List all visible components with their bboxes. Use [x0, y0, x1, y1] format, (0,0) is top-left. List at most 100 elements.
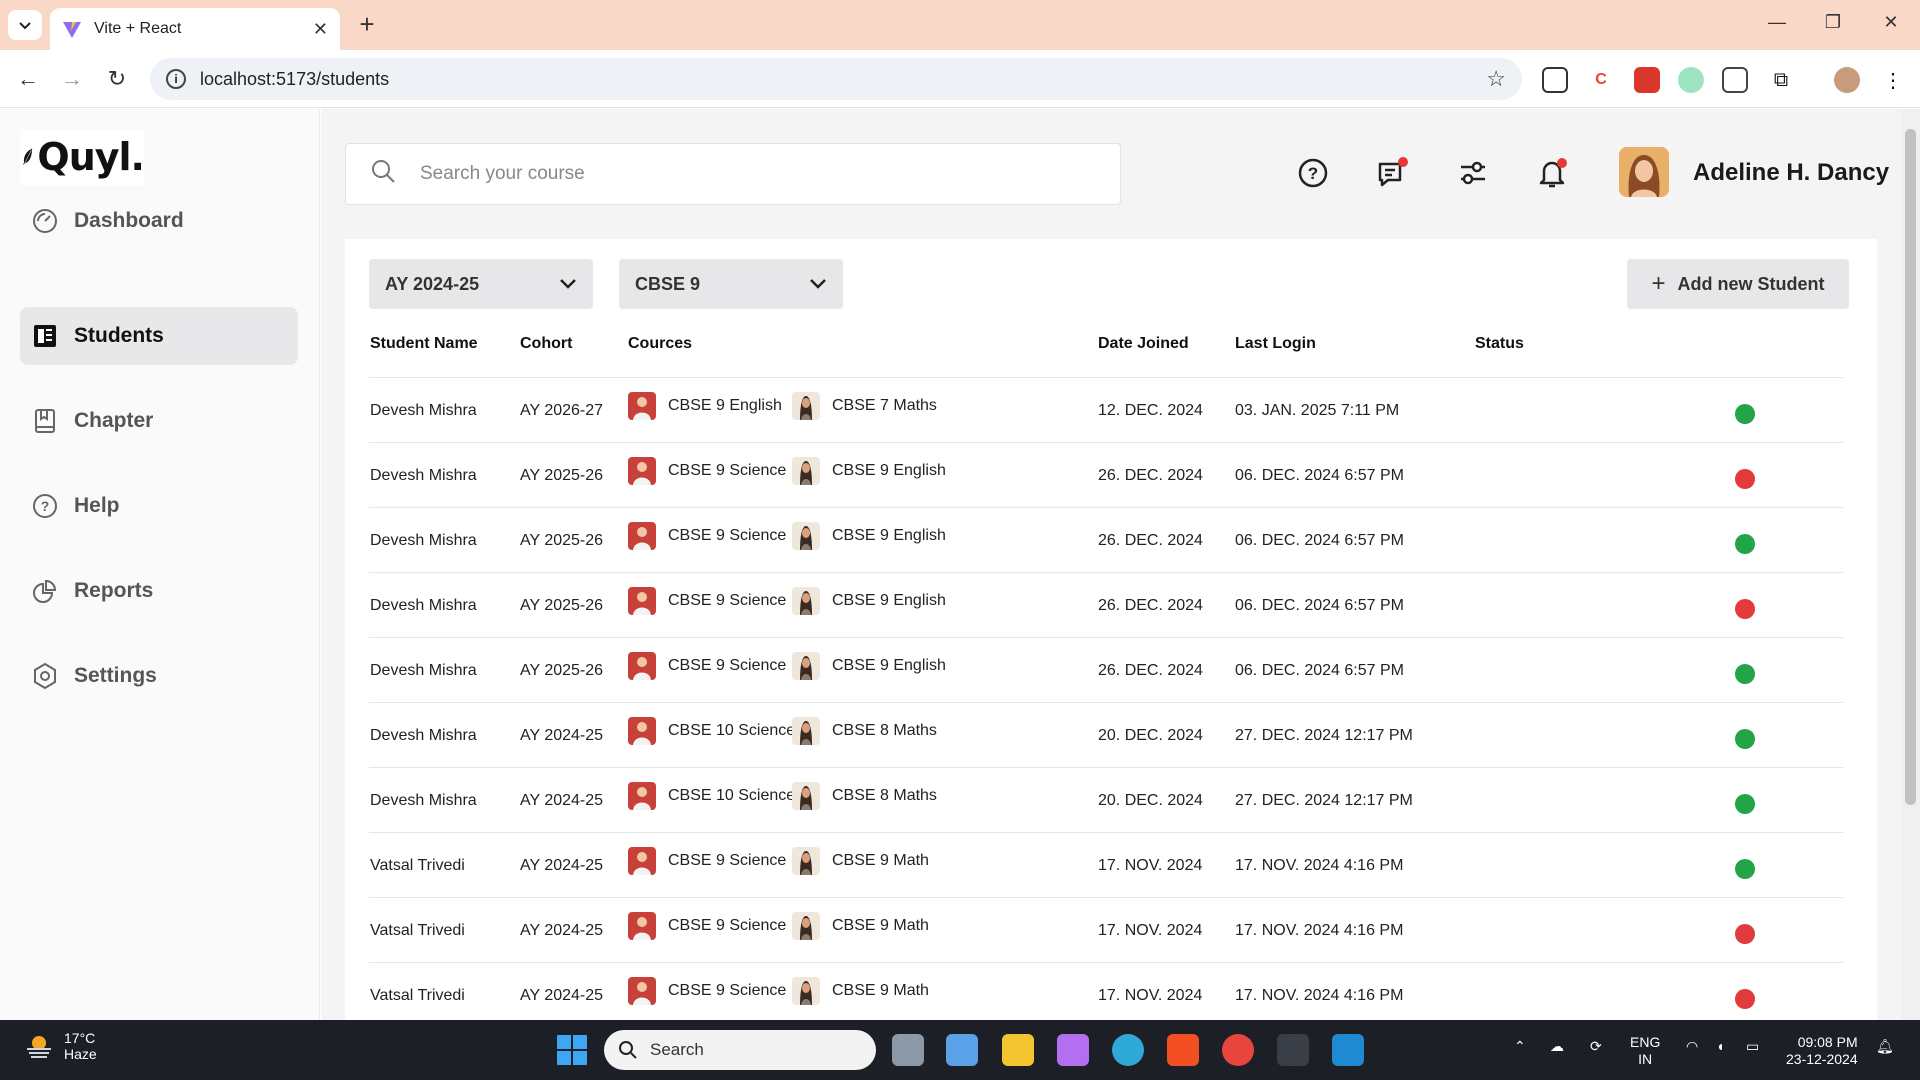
messages-icon[interactable]	[1375, 155, 1411, 191]
brand-logo[interactable]: Quyl.	[20, 129, 145, 185]
column-header-cohort[interactable]: Cohort	[520, 335, 572, 353]
extension-c-icon[interactable]: C	[1588, 67, 1614, 93]
weather-widget[interactable]: 17°C Haze	[24, 1030, 97, 1062]
sidebar-item-reports[interactable]: Reports	[20, 562, 298, 620]
browser-tab[interactable]: Vite + React ✕	[50, 8, 340, 50]
scrollbar-thumb[interactable]	[1905, 129, 1916, 805]
forward-icon[interactable]: →	[56, 63, 88, 95]
table-row[interactable]: Devesh Mishra AY 2025-26 CBSE 9 Science …	[369, 572, 1843, 637]
volume-icon[interactable]: ◖	[1716, 1038, 1724, 1055]
course-chip[interactable]: CBSE 9 English	[792, 457, 946, 485]
user-avatar[interactable]	[1619, 147, 1669, 197]
course-chip[interactable]: CBSE 9 Science	[628, 522, 786, 550]
clock[interactable]: 09:08 PM 23-12-2024	[1786, 1034, 1858, 1068]
column-header-date-joined[interactable]: Date Joined	[1098, 335, 1189, 353]
course-chip[interactable]: CBSE 9 Science	[628, 977, 786, 1005]
table-row[interactable]: Devesh Mishra AY 2024-25 CBSE 10 Science…	[369, 702, 1843, 767]
back-icon[interactable]: ←	[12, 63, 44, 95]
taskbar-search-input[interactable]: Search	[604, 1030, 876, 1070]
bookmark-star-icon[interactable]: ☆	[1486, 66, 1506, 92]
windows-start-icon[interactable]	[556, 1034, 588, 1066]
course-chip[interactable]: CBSE 9 English	[792, 652, 946, 680]
table-row[interactable]: Devesh Mishra AY 2025-26 CBSE 9 Science …	[369, 507, 1843, 572]
language-indicator[interactable]: ENG IN	[1630, 1034, 1660, 1068]
add-student-button[interactable]: + Add new Student	[1627, 259, 1849, 309]
site-info-icon[interactable]: i	[166, 69, 186, 89]
course-thumbnail-icon	[628, 522, 656, 550]
page-scrollbar[interactable]	[1901, 109, 1920, 1020]
course-chip[interactable]: CBSE 9 Science	[628, 652, 786, 680]
course-chip[interactable]: CBSE 9 Science	[628, 587, 786, 615]
course-chip[interactable]: CBSE 9 English	[792, 587, 946, 615]
terminal-icon[interactable]	[1277, 1034, 1309, 1066]
battery-icon[interactable]: ▭	[1746, 1038, 1759, 1055]
notification-center-icon[interactable]: 🔔︎	[1876, 1038, 1894, 1055]
course-chip[interactable]: CBSE 9 Math	[792, 847, 929, 875]
sidebar-item-students[interactable]: Students	[20, 307, 298, 365]
course-chip[interactable]: CBSE 9 English	[628, 392, 782, 420]
close-tab-icon[interactable]: ✕	[313, 19, 328, 40]
chrome-icon[interactable]	[1222, 1034, 1254, 1066]
course-chip[interactable]: CBSE 10 Science	[628, 717, 795, 745]
course-chip[interactable]: CBSE 7 Maths	[792, 392, 937, 420]
table-row[interactable]: Vatsal Trivedi AY 2024-25 CBSE 9 Science…	[369, 832, 1843, 897]
minimize-icon[interactable]: —	[1762, 12, 1792, 33]
course-chip[interactable]: CBSE 10 Science	[628, 782, 795, 810]
column-header-courses[interactable]: Cources	[628, 335, 692, 353]
column-header-student-name[interactable]: Student Name	[370, 335, 478, 353]
course-chip[interactable]: CBSE 9 Math	[792, 977, 929, 1005]
table-row[interactable]: Devesh Mishra AY 2026-27 CBSE 9 English …	[369, 377, 1843, 442]
new-tab-button[interactable]: +	[352, 10, 382, 40]
cast-icon[interactable]	[1542, 67, 1568, 93]
class-dropdown[interactable]: CBSE 9	[619, 259, 843, 309]
course-chip[interactable]: CBSE 9 Science	[628, 912, 786, 940]
window-close-icon[interactable]: ✕	[1876, 12, 1906, 33]
sidebar-item-dashboard[interactable]: Dashboard	[20, 192, 298, 250]
cohort-cell: AY 2026-27	[520, 402, 604, 419]
table-row[interactable]: Devesh Mishra AY 2025-26 CBSE 9 Science …	[369, 637, 1843, 702]
microsoft-store-icon[interactable]	[1167, 1034, 1199, 1066]
sidebar-item-help[interactable]: ? Help	[20, 477, 298, 535]
search-input[interactable]: Search your course	[345, 143, 1121, 205]
onedrive-icon[interactable]: ☁	[1550, 1038, 1564, 1055]
course-chip[interactable]: CBSE 8 Maths	[792, 782, 937, 810]
extension-green-icon[interactable]	[1678, 67, 1704, 93]
table-row[interactable]: Devesh Mishra AY 2025-26 CBSE 9 Science …	[369, 442, 1843, 507]
course-chip[interactable]: CBSE 9 Math	[792, 912, 929, 940]
help-circle-icon[interactable]: ?	[1295, 155, 1331, 191]
task-view-icon[interactable]	[892, 1034, 924, 1066]
browser-menu-icon[interactable]: ⋮	[1880, 67, 1906, 93]
extension-window-icon[interactable]	[1722, 67, 1748, 93]
course-chip[interactable]: CBSE 9 Science	[628, 457, 786, 485]
sync-icon[interactable]: ⟳	[1590, 1038, 1602, 1055]
course-chip[interactable]: CBSE 9 Science	[628, 847, 786, 875]
column-header-status[interactable]: Status	[1475, 335, 1524, 353]
address-bar[interactable]: i localhost:5173/students ☆	[150, 58, 1522, 100]
column-header-last-login[interactable]: Last Login	[1235, 335, 1316, 353]
restore-icon[interactable]: ❐	[1818, 12, 1848, 33]
extension-red-icon[interactable]	[1634, 67, 1660, 93]
year-dropdown[interactable]: AY 2024-25	[369, 259, 593, 309]
table-row[interactable]: Vatsal Trivedi AY 2024-25 CBSE 9 Science…	[369, 897, 1843, 962]
sidebar-item-settings[interactable]: Settings	[20, 647, 298, 705]
profile-avatar-icon[interactable]	[1834, 67, 1860, 93]
sidebar-item-chapter[interactable]: Chapter	[20, 392, 298, 450]
course-chip[interactable]: CBSE 9 English	[792, 522, 946, 550]
course-chip[interactable]: CBSE 8 Maths	[792, 717, 937, 745]
url-text: localhost:5173/students	[200, 68, 390, 89]
gallery-app-icon[interactable]	[946, 1034, 978, 1066]
notification-bell-icon[interactable]	[1535, 155, 1571, 191]
tray-overflow-icon[interactable]: ⌃	[1514, 1038, 1526, 1055]
tab-search-button[interactable]	[8, 10, 42, 40]
reload-icon[interactable]: ↻	[101, 63, 133, 95]
edge-browser-icon[interactable]	[1112, 1034, 1144, 1066]
status-indicator	[1735, 404, 1755, 424]
table-row[interactable]: Vatsal Trivedi AY 2024-25 CBSE 9 Science…	[369, 962, 1843, 1027]
table-row[interactable]: Devesh Mishra AY 2024-25 CBSE 10 Science…	[369, 767, 1843, 832]
wifi-icon[interactable]: ◠	[1686, 1038, 1698, 1055]
filter-sliders-icon[interactable]	[1455, 155, 1491, 191]
copilot-icon[interactable]	[1057, 1034, 1089, 1066]
extensions-puzzle-icon[interactable]: ⧉	[1768, 67, 1794, 93]
file-explorer-icon[interactable]	[1002, 1034, 1034, 1066]
vscode-icon[interactable]	[1332, 1034, 1364, 1066]
